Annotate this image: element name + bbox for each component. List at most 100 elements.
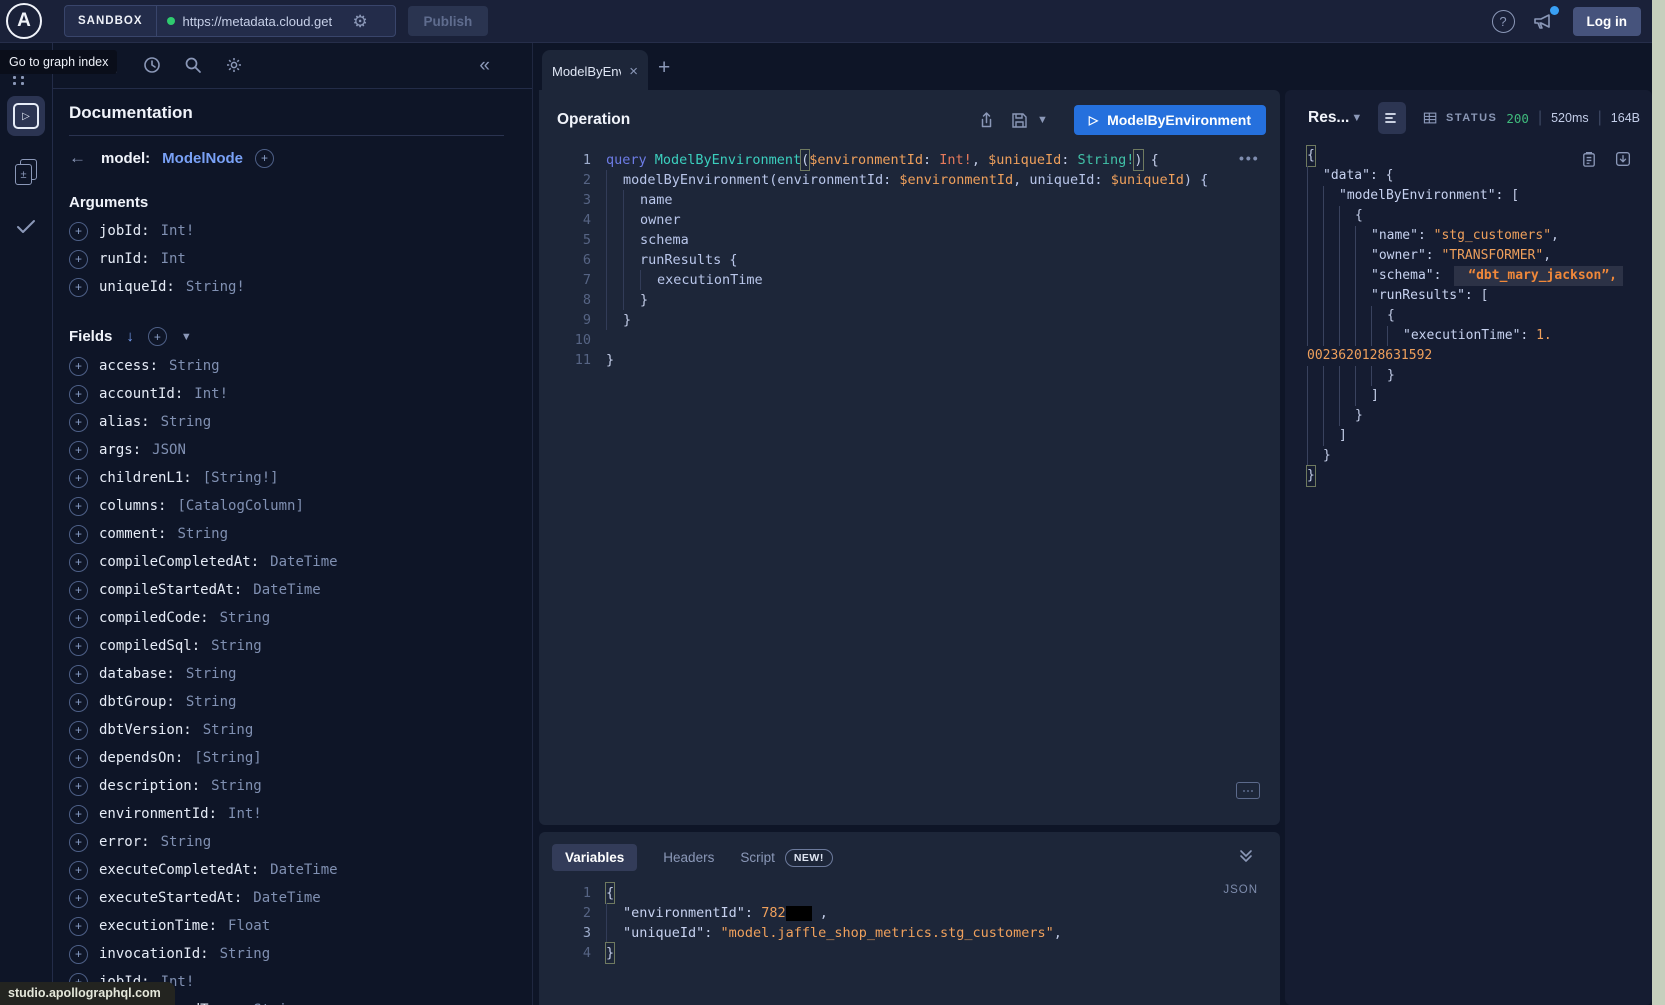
add-field-to-query-icon[interactable]: +	[69, 945, 88, 964]
field-type[interactable]: String	[211, 638, 262, 654]
add-field-to-query-icon[interactable]: +	[69, 637, 88, 656]
field-name[interactable]: executeStartedAt:	[99, 890, 242, 906]
field-type[interactable]: [String!]	[203, 470, 279, 486]
share-icon[interactable]	[977, 111, 996, 130]
field-name[interactable]: args:	[99, 442, 141, 458]
field-name[interactable]: invocationId:	[99, 946, 209, 962]
field-type[interactable]: Int!	[161, 223, 195, 239]
graph-index-icon[interactable]	[13, 76, 25, 84]
field-name[interactable]: columns:	[99, 498, 166, 514]
formatted-view-toggle[interactable]	[1378, 102, 1406, 134]
field-type[interactable]: DateTime	[270, 554, 337, 570]
field-type[interactable]: String	[220, 946, 271, 962]
field-name[interactable]: alias:	[99, 414, 150, 430]
save-icon[interactable]	[1010, 111, 1029, 130]
field-name[interactable]: executeCompletedAt:	[99, 862, 259, 878]
download-response-icon[interactable]	[1614, 150, 1632, 168]
settings-gear-icon[interactable]	[224, 55, 244, 75]
endpoint-settings-icon[interactable]: ⚙	[353, 13, 368, 30]
add-field-to-query-icon[interactable]: +	[69, 385, 88, 404]
field-name[interactable]: comment:	[99, 526, 166, 542]
collapse-panel-icon[interactable]: «	[479, 56, 490, 75]
field-name[interactable]: dbtGroup:	[99, 694, 175, 710]
field-name[interactable]: database:	[99, 666, 175, 682]
add-fields-icon[interactable]: +	[148, 327, 167, 346]
type-link[interactable]: ModelNode	[162, 150, 243, 167]
field-name[interactable]: childrenL1:	[99, 470, 192, 486]
search-icon[interactable]	[183, 55, 203, 75]
response-title[interactable]: Res...	[1308, 109, 1349, 127]
add-field-to-query-icon[interactable]: +	[69, 278, 88, 297]
add-field-to-query-icon[interactable]: +	[69, 693, 88, 712]
endpoint-url[interactable]: https://metadata.cloud.get	[183, 14, 345, 29]
add-field-to-query-icon[interactable]: +	[69, 497, 88, 516]
field-name[interactable]: dbtVersion:	[99, 722, 192, 738]
login-button[interactable]: Log in	[1573, 7, 1642, 36]
add-field-to-query-icon[interactable]: +	[69, 413, 88, 432]
close-tab-icon[interactable]: ×	[629, 64, 638, 79]
field-name[interactable]: compileCompletedAt:	[99, 554, 259, 570]
field-type[interactable]: String	[211, 778, 262, 794]
add-field-to-query-icon[interactable]: +	[69, 553, 88, 572]
collapse-variables-icon[interactable]	[1238, 848, 1254, 864]
field-type[interactable]: String	[220, 610, 271, 626]
chevron-down-icon[interactable]: ▼	[181, 331, 192, 343]
add-field-to-query-icon[interactable]: +	[69, 441, 88, 460]
sort-fields-icon[interactable]: ↓	[126, 328, 134, 345]
response-body[interactable]: {"data": {"modelByEnvironment": [{"name"…	[1285, 146, 1652, 486]
add-field-to-query-icon[interactable]: +	[69, 833, 88, 852]
add-field-to-query-icon[interactable]: +	[69, 777, 88, 796]
field-type[interactable]: String	[169, 358, 220, 374]
field-name[interactable]: compiledCode:	[99, 610, 209, 626]
nav-changelog-button[interactable]: ±	[7, 152, 45, 192]
save-menu-chevron-icon[interactable]: ▼	[1037, 114, 1048, 126]
field-name[interactable]: compileStartedAt:	[99, 582, 242, 598]
field-type[interactable]: String	[186, 666, 237, 682]
field-type[interactable]: String	[161, 414, 212, 430]
add-field-to-query-icon[interactable]: +	[69, 665, 88, 684]
response-menu-chevron-icon[interactable]: ▼	[1351, 112, 1362, 124]
field-type[interactable]: Int!	[194, 386, 228, 402]
add-field-to-query-icon[interactable]: +	[69, 917, 88, 936]
field-type[interactable]: String	[161, 834, 212, 850]
field-name[interactable]: jobId:	[99, 223, 150, 239]
field-name[interactable]: uniqueId:	[99, 279, 175, 295]
field-name[interactable]: accountId:	[99, 386, 183, 402]
field-name[interactable]: environmentId:	[99, 806, 217, 822]
endpoint-url-box[interactable]: https://metadata.cloud.get ⚙	[157, 13, 395, 30]
history-icon[interactable]	[142, 55, 162, 75]
field-name[interactable]: dependsOn:	[99, 750, 183, 766]
field-type[interactable]: DateTime	[270, 862, 337, 878]
field-type[interactable]: DateTime	[253, 890, 320, 906]
field-type[interactable]: Int!	[228, 806, 262, 822]
editor-menu-icon[interactable]: •••	[1239, 150, 1260, 166]
tab-script[interactable]: Script	[740, 850, 775, 865]
add-field-to-query-icon[interactable]: +	[69, 609, 88, 628]
sandbox-badge[interactable]: SANDBOX	[65, 6, 157, 36]
add-field-to-query-icon[interactable]: +	[69, 525, 88, 544]
field-type[interactable]: Float	[228, 918, 270, 934]
new-tab-button[interactable]: +	[658, 57, 670, 78]
field-type[interactable]: [String]	[194, 750, 261, 766]
add-field-to-query-icon[interactable]: +	[69, 250, 88, 269]
field-name[interactable]: description:	[99, 778, 200, 794]
field-type[interactable]: DateTime	[253, 582, 320, 598]
query-editor[interactable]: 1query ModelByEnvironment($environmentId…	[539, 150, 1280, 370]
add-field-to-query-icon[interactable]: +	[69, 581, 88, 600]
nav-checks-button[interactable]	[7, 206, 45, 246]
apollo-logo[interactable]: A	[6, 3, 42, 39]
help-icon[interactable]: ?	[1492, 10, 1515, 33]
tab-variables[interactable]: Variables	[552, 844, 637, 871]
table-view-icon[interactable]	[1422, 108, 1438, 128]
run-operation-button[interactable]: ▷ ModelByEnvironment	[1074, 105, 1266, 135]
add-all-fields-icon[interactable]: +	[255, 149, 274, 168]
tab-headers[interactable]: Headers	[663, 850, 714, 865]
nav-explorer-button[interactable]: ▷	[7, 96, 45, 136]
operation-tab[interactable]: ModelByEnvi... ×	[542, 50, 648, 92]
field-type[interactable]: String	[203, 722, 254, 738]
add-field-to-query-icon[interactable]: +	[69, 889, 88, 908]
add-field-to-query-icon[interactable]: +	[69, 805, 88, 824]
field-name[interactable]: error:	[99, 834, 150, 850]
copy-response-icon[interactable]	[1580, 150, 1598, 168]
field-type[interactable]: Int	[161, 251, 186, 267]
